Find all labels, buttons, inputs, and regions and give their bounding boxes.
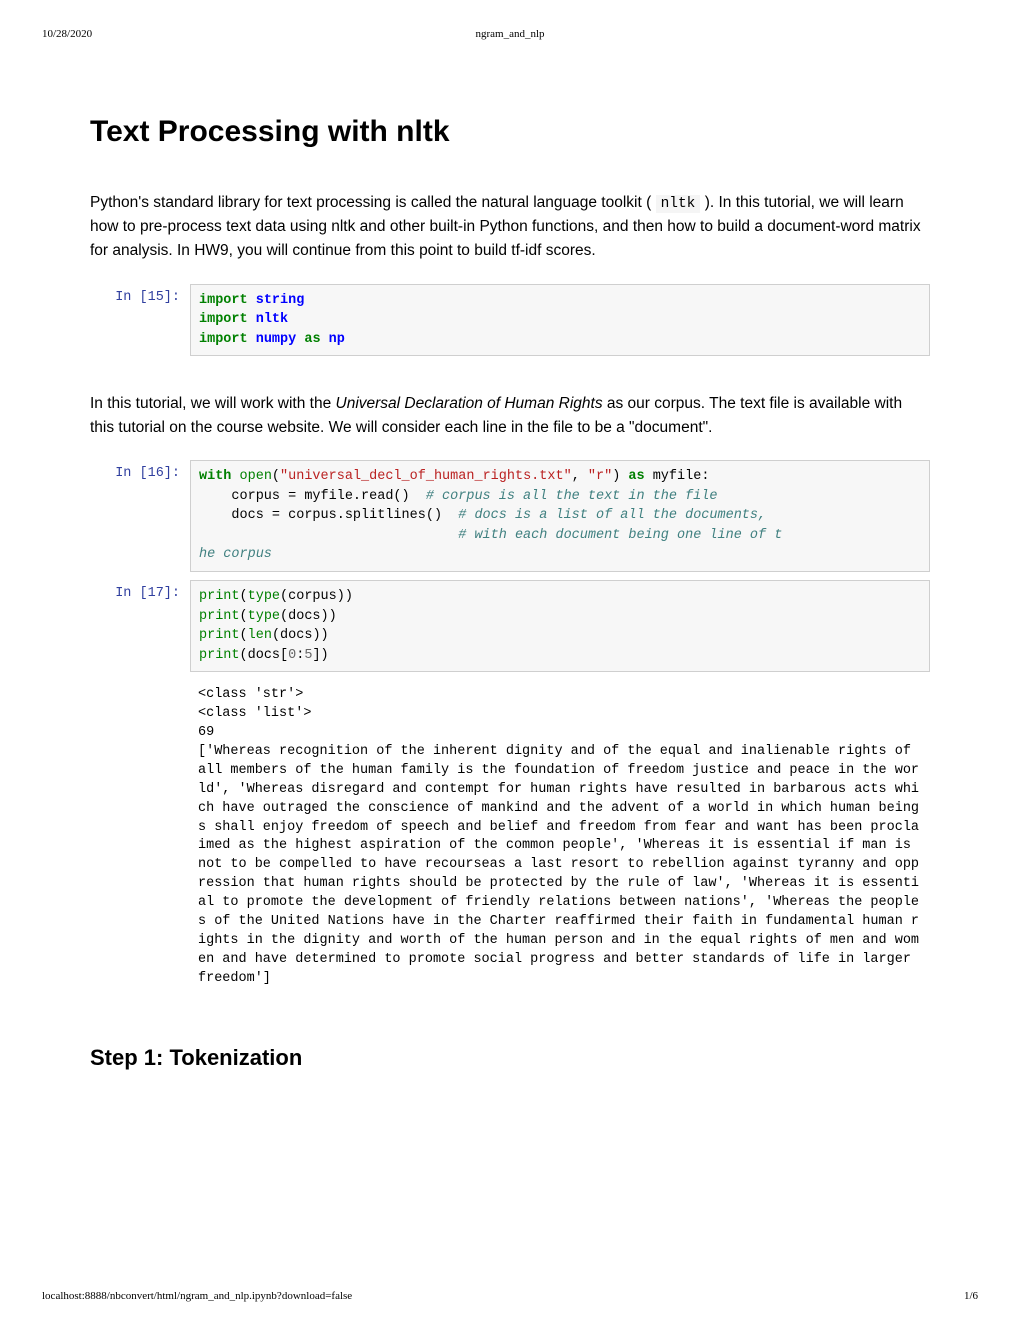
builtin-open: open bbox=[240, 469, 272, 484]
builtin-print: print bbox=[199, 628, 240, 643]
code-text: (corpus)) bbox=[280, 589, 353, 604]
page-title: Text Processing with nltk bbox=[90, 115, 930, 149]
string-mode: "r" bbox=[588, 469, 612, 484]
comment: # with each document being one line of t bbox=[458, 528, 782, 543]
footer-url: localhost:8888/nbconvert/html/ngram_and_… bbox=[42, 1290, 352, 1302]
corpus-name-italic: Universal Declaration of Human Rights bbox=[336, 395, 603, 412]
main-content: Text Processing with nltk Python's stand… bbox=[90, 115, 930, 1071]
output-cell-17: <class 'str'> <class 'list'> 69 ['Wherea… bbox=[90, 680, 930, 994]
code-text: docs = corpus.splitlines() bbox=[199, 508, 458, 523]
output-prompt-spacer bbox=[90, 680, 190, 994]
builtin-print: print bbox=[199, 609, 240, 624]
code-cell-17: In [17]: print(type(corpus)) print(type(… bbox=[90, 580, 930, 672]
module-name: numpy bbox=[256, 332, 297, 347]
code-text: (docs[ bbox=[240, 648, 289, 663]
builtin-type: type bbox=[248, 609, 280, 624]
cell-prompt: In [17]: bbox=[90, 580, 190, 672]
string-filename: "universal_decl_of_human_rights.txt" bbox=[280, 469, 572, 484]
para2-a: In this tutorial, we will work with the bbox=[90, 395, 336, 412]
kw-as: as bbox=[628, 469, 644, 484]
builtin-print: print bbox=[199, 648, 240, 663]
header-date: 10/28/2020 bbox=[42, 28, 92, 40]
code-text: myfile: bbox=[645, 469, 710, 484]
code-text: corpus = myfile.read() bbox=[199, 489, 426, 504]
intro-text-a: Python's standard library for text proce… bbox=[90, 194, 656, 211]
kw-as: as bbox=[304, 332, 320, 347]
builtin-type: type bbox=[248, 589, 280, 604]
module-name: nltk bbox=[256, 312, 288, 327]
comment: # docs is a list of all the documents, bbox=[458, 508, 766, 523]
code-text: (docs)) bbox=[272, 628, 329, 643]
builtin-print: print bbox=[199, 589, 240, 604]
kw-with: with bbox=[199, 469, 231, 484]
code-area: print(type(corpus)) print(type(docs)) pr… bbox=[190, 580, 930, 672]
code-cell-15: In [15]: import string import nltk impor… bbox=[90, 284, 930, 357]
code-text: ]) bbox=[312, 648, 328, 663]
code-cell-16: In [16]: with open("universal_decl_of_hu… bbox=[90, 460, 930, 572]
kw-import: import bbox=[199, 332, 248, 347]
kw-import: import bbox=[199, 312, 248, 327]
code-area: with open("universal_decl_of_human_right… bbox=[190, 460, 930, 572]
intro-paragraph: Python's standard library for text proce… bbox=[90, 191, 930, 264]
output-text: <class 'str'> <class 'list'> 69 ['Wherea… bbox=[190, 680, 930, 994]
builtin-len: len bbox=[248, 628, 272, 643]
comment: he corpus bbox=[199, 547, 272, 562]
code-area: import string import nltk import numpy a… bbox=[190, 284, 930, 357]
module-name: string bbox=[256, 293, 305, 308]
footer-page: 1/6 bbox=[964, 1290, 978, 1302]
cell-prompt: In [15]: bbox=[90, 284, 190, 357]
step-1-heading: Step 1: Tokenization bbox=[90, 1045, 930, 1071]
kw-import: import bbox=[199, 293, 248, 308]
module-alias: np bbox=[329, 332, 345, 347]
code-text: (docs)) bbox=[280, 609, 337, 624]
comment: # corpus is all the text in the file bbox=[426, 489, 718, 504]
inline-code-nltk: nltk bbox=[656, 195, 701, 213]
corpus-paragraph: In this tutorial, we will work with the … bbox=[90, 392, 930, 440]
code-text bbox=[199, 528, 458, 543]
cell-prompt: In [16]: bbox=[90, 460, 190, 572]
header-doc-title: ngram_and_nlp bbox=[475, 28, 544, 40]
